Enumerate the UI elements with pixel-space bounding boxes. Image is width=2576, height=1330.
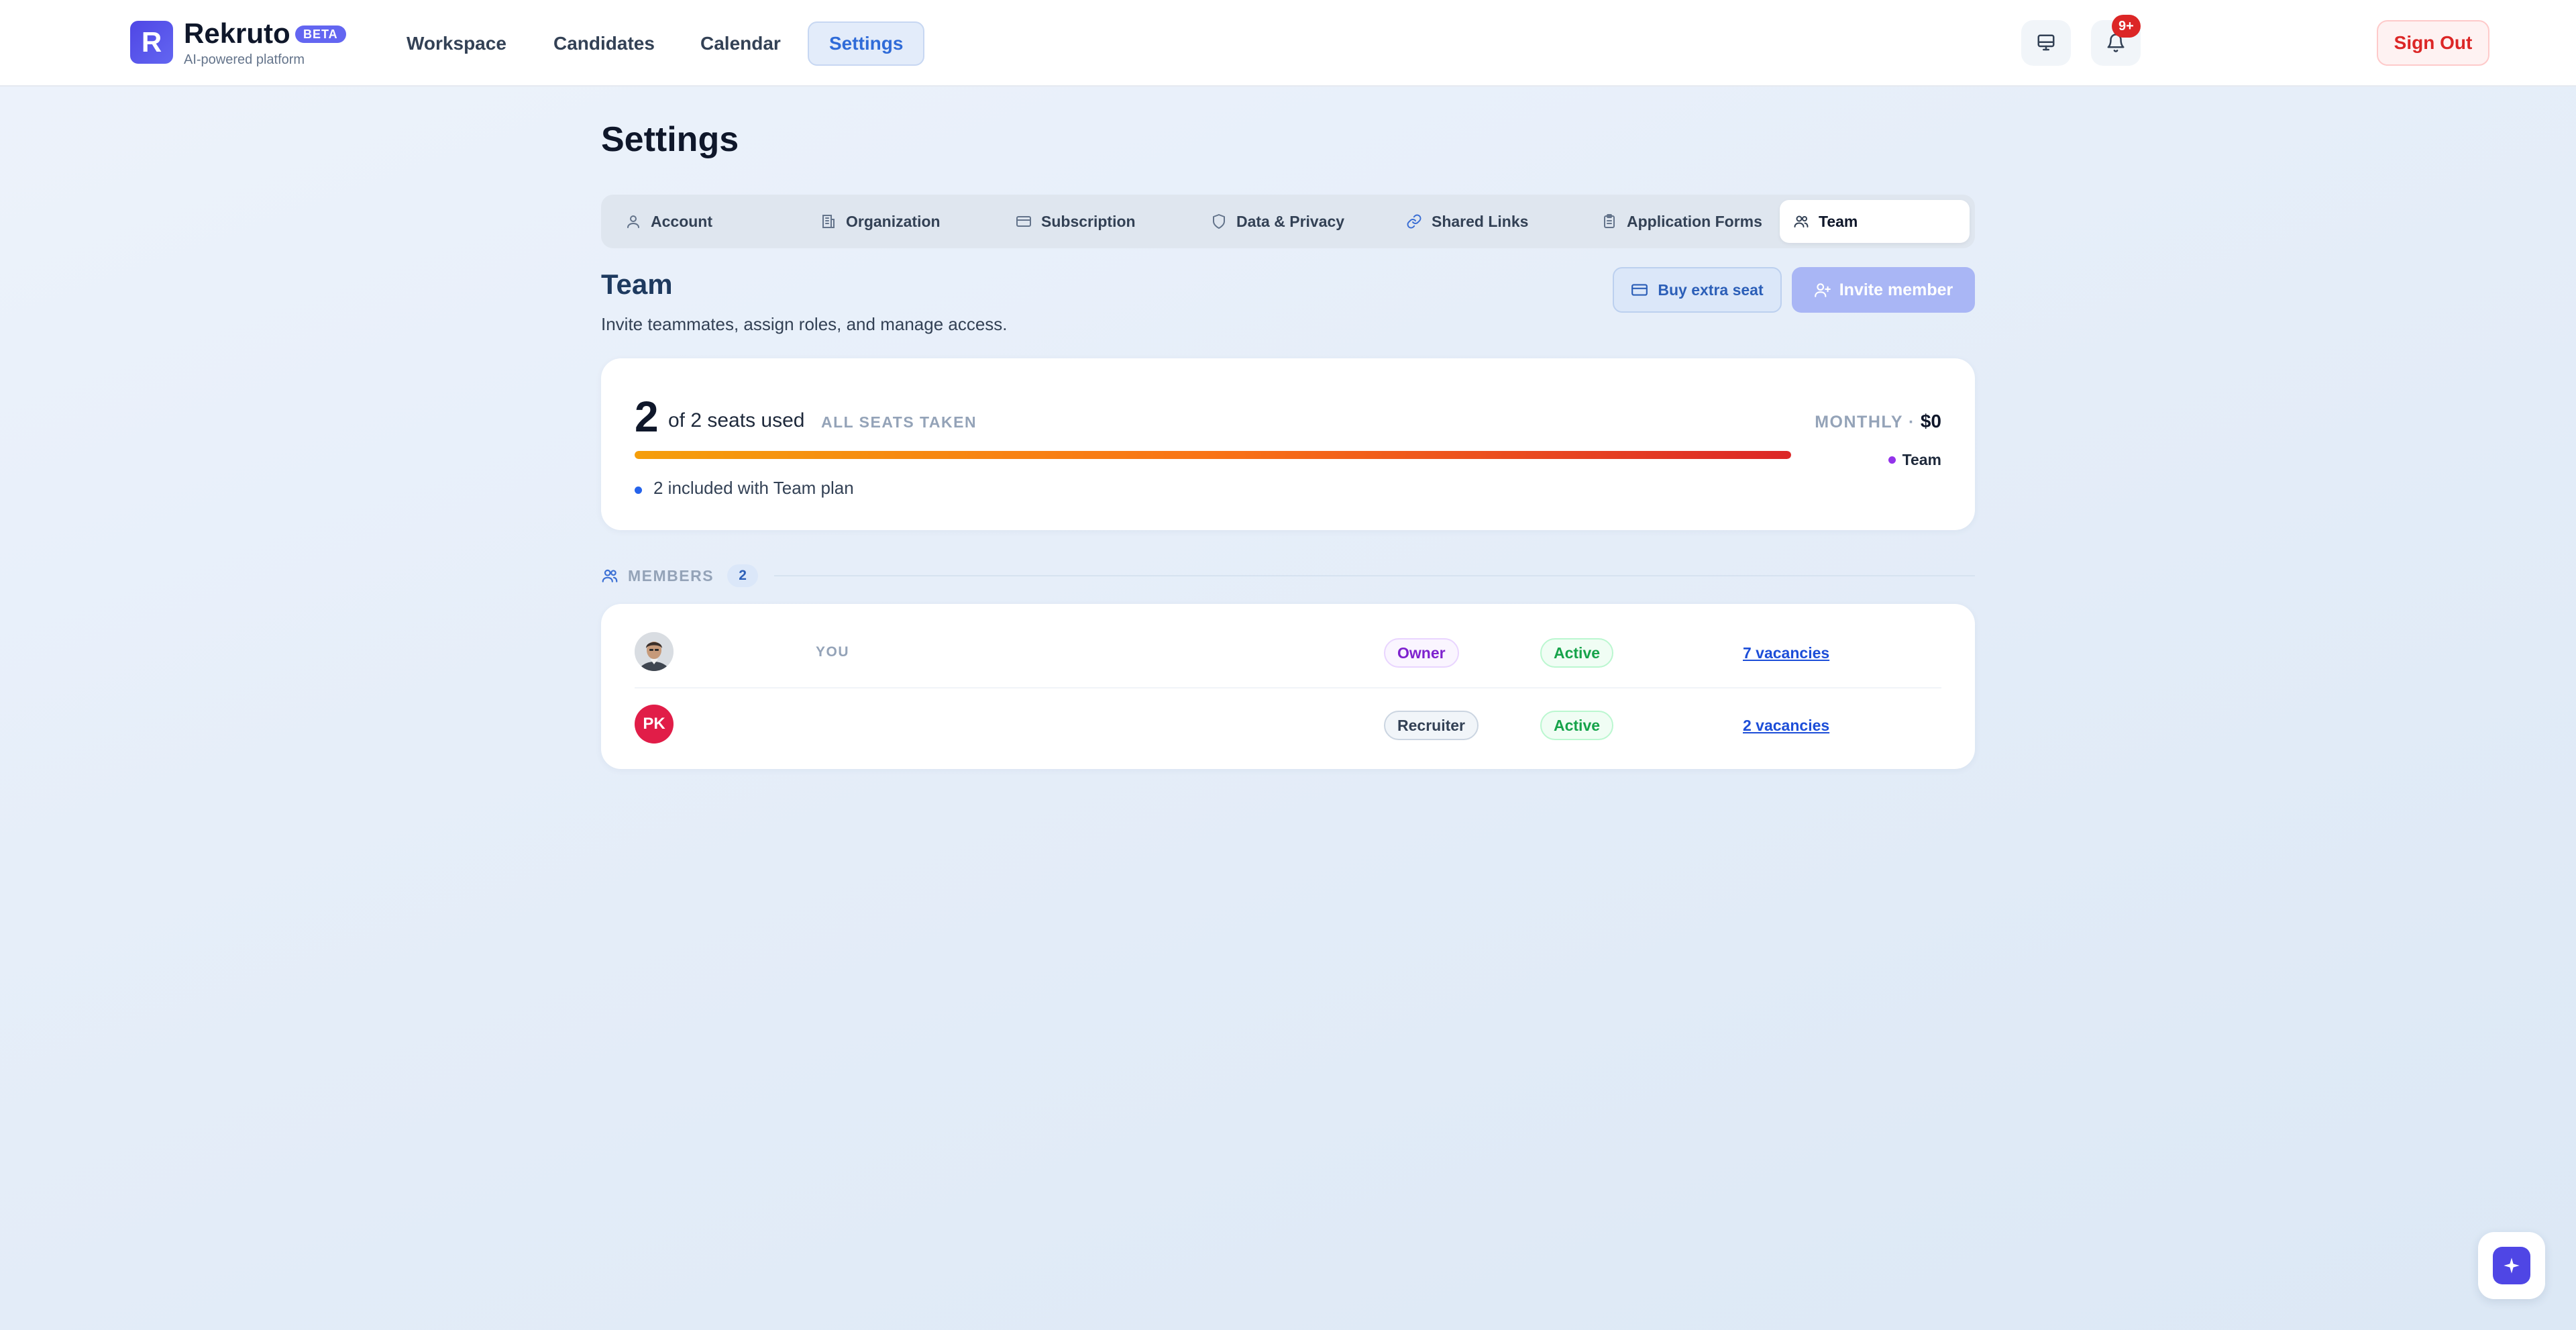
tab-account[interactable]: Account xyxy=(606,200,797,243)
plan-legend: Team xyxy=(1888,451,1941,469)
seats-usage-card: 2 of 2 seats used ALL SEATS TAKEN 2 incl… xyxy=(601,358,1975,530)
plan-dot xyxy=(1888,456,1896,464)
seats-used-count: 2 xyxy=(635,393,659,441)
you-tag: YOU xyxy=(816,644,850,660)
beta-badge: BETA xyxy=(295,25,346,43)
divider xyxy=(774,575,1975,576)
invite-member-label: Invite member xyxy=(1839,280,1953,299)
tab-label: Application Forms xyxy=(1627,212,1762,230)
table-row[interactable]: PK Recruiter Active 2 vacancies xyxy=(635,687,1941,758)
tab-shared-links[interactable]: Shared Links xyxy=(1387,200,1578,243)
notification-count-badge: 9+ xyxy=(2112,15,2141,38)
seats-progress-bar xyxy=(635,451,1791,459)
brand-tagline: AI-powered platform xyxy=(184,52,305,67)
credit-card-icon xyxy=(1631,284,1648,296)
plan-name: Team xyxy=(1902,451,1941,468)
status-badge: Active xyxy=(1540,711,1614,740)
nav-calendar[interactable]: Calendar xyxy=(680,21,801,66)
tab-label: Subscription xyxy=(1041,212,1136,230)
buy-extra-seat-button[interactable]: Buy extra seat xyxy=(1613,267,1782,313)
tab-organization[interactable]: Organization xyxy=(802,200,992,243)
building-icon xyxy=(822,215,835,228)
vacancies-link[interactable]: 7 vacancies xyxy=(1743,644,1829,662)
top-navigation-bar: R Rekruto BETA AI-powered platform Works… xyxy=(0,0,2576,87)
users-icon xyxy=(1794,215,1809,227)
credit-card-icon xyxy=(1016,216,1031,227)
seats-status-flag: ALL SEATS TAKEN xyxy=(821,413,977,431)
members-label: MEMBERS xyxy=(628,566,714,584)
sign-out-button[interactable]: Sign Out xyxy=(2377,20,2489,66)
nav-candidates[interactable]: Candidates xyxy=(533,21,675,66)
presentation-button[interactable] xyxy=(2021,20,2071,66)
status-badge: Active xyxy=(1540,638,1614,668)
role-badge[interactable]: Owner xyxy=(1384,638,1459,668)
section-description: Invite teammates, assign roles, and mana… xyxy=(601,314,1008,334)
ai-assistant-button[interactable] xyxy=(2478,1232,2545,1299)
monthly-value: $0 xyxy=(1920,411,1941,431)
seats-used-text: of 2 seats used xyxy=(668,409,805,431)
brand-name: Rekruto xyxy=(184,17,290,49)
tab-application-forms[interactable]: Application Forms xyxy=(1582,200,1773,243)
shield-icon xyxy=(1213,214,1225,229)
nav-workspace[interactable]: Workspace xyxy=(386,21,527,66)
tab-data-privacy[interactable]: Data & Privacy xyxy=(1192,200,1383,243)
monthly-cost: MONTHLY · $0 xyxy=(1815,411,1941,432)
included-bullet xyxy=(635,487,642,494)
included-seats-text: 2 included with Team plan xyxy=(653,478,854,498)
sparkle-icon xyxy=(2493,1247,2530,1284)
role-badge[interactable]: Recruiter xyxy=(1384,711,1479,740)
user-plus-icon xyxy=(1814,283,1831,297)
tab-label: Shared Links xyxy=(1432,212,1529,230)
logo-icon[interactable]: R xyxy=(130,21,173,64)
monthly-label: MONTHLY · xyxy=(1815,413,1915,431)
tab-label: Data & Privacy xyxy=(1236,212,1345,230)
settings-tabs: Account Organization Subscription Data &… xyxy=(601,195,1975,248)
user-icon xyxy=(627,215,639,228)
avatar: PK xyxy=(635,705,674,744)
clipboard-icon xyxy=(1604,214,1615,228)
members-table: YOU Owner Active 7 vacancies PK Recruite… xyxy=(601,604,1975,769)
members-section-header: MEMBERS 2 xyxy=(601,564,1975,588)
table-row[interactable]: YOU Owner Active 7 vacancies xyxy=(635,616,1941,687)
seats-progress-fill xyxy=(635,451,1791,459)
monitor-icon xyxy=(2037,34,2055,51)
avatar xyxy=(635,632,674,671)
buy-extra-seat-label: Buy extra seat xyxy=(1658,280,1764,299)
tab-team[interactable]: Team xyxy=(1780,200,1970,243)
nav-settings[interactable]: Settings xyxy=(808,21,925,66)
vacancies-link[interactable]: 2 vacancies xyxy=(1743,717,1829,735)
tab-label: Organization xyxy=(846,212,941,230)
invite-member-button[interactable]: Invite member xyxy=(1792,267,1975,313)
person-photo-icon xyxy=(635,632,674,671)
link-icon xyxy=(1407,214,1421,229)
section-title: Team xyxy=(601,268,673,300)
tab-subscription[interactable]: Subscription xyxy=(997,200,1187,243)
users-icon xyxy=(602,569,618,582)
members-count-badge: 2 xyxy=(727,564,759,587)
tab-label: Account xyxy=(651,212,712,230)
tab-label: Team xyxy=(1819,212,1858,230)
page-title: Settings xyxy=(601,120,739,159)
